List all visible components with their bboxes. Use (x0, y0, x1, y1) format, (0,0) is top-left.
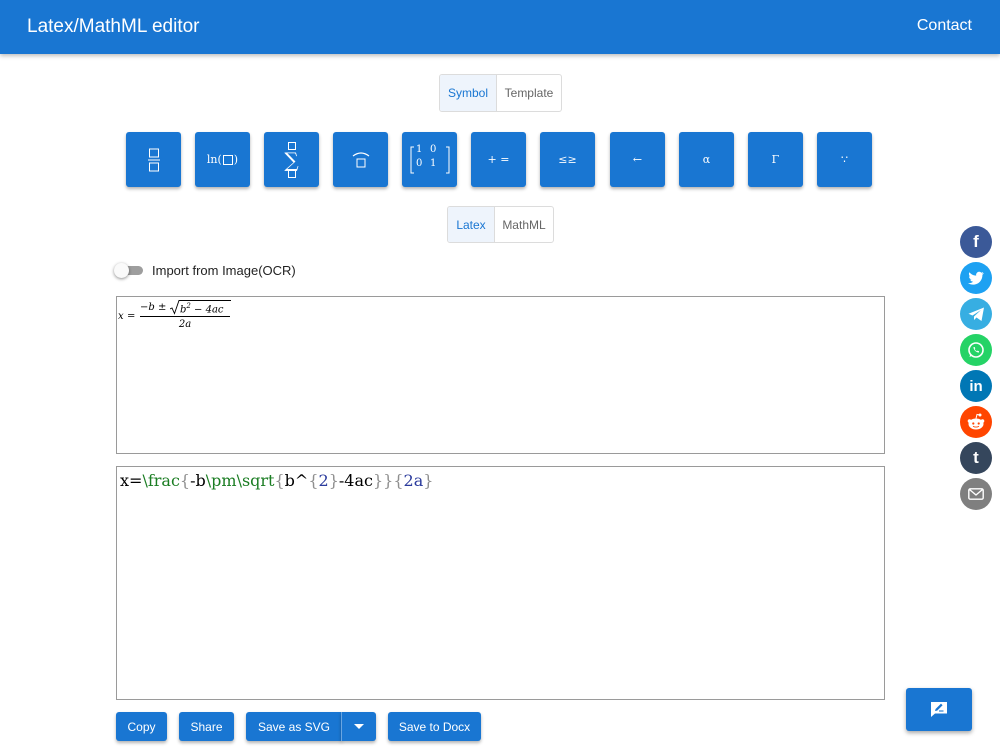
latex-token: } (372, 471, 384, 490)
caret-down-icon (354, 723, 364, 729)
feedback-button[interactable] (906, 688, 972, 731)
relation-label: + = (487, 153, 510, 166)
matrix-entry: 1 (416, 144, 423, 155)
feedback-icon (931, 702, 947, 717)
ocr-label: Import from Image(OCR) (152, 262, 296, 278)
latex-token: x= (120, 471, 143, 490)
rendered-preview: x = −b ± b2 − 4ac 2a (116, 296, 885, 454)
ocr-toggle-row: Import from Image(OCR) (114, 262, 296, 278)
arc-accent-icon (352, 151, 369, 167)
tab-mathml[interactable]: MathML (494, 207, 553, 242)
latex-token: { (274, 471, 285, 490)
save-options-dropdown[interactable] (341, 712, 376, 741)
radicand-rest: − 4ac (190, 304, 224, 316)
latex-token: -b (190, 471, 206, 490)
greek-uppercase-button[interactable]: Γ (748, 132, 803, 187)
telegram-icon[interactable] (960, 298, 992, 330)
latex-token: 2a (403, 471, 424, 490)
latex-token: -4ac (338, 471, 373, 490)
denominator: 2a (178, 319, 192, 330)
latex-token: 2 (318, 471, 329, 490)
relation-button[interactable]: + = (471, 132, 526, 187)
placeholder-box-icon (222, 154, 233, 165)
matrix-entry: 0 (430, 144, 437, 155)
misc-symbols-label: ∵ (841, 153, 848, 166)
whatsapp-icon[interactable] (960, 334, 992, 366)
format-toggle: Latex MathML (447, 206, 554, 243)
inequality-button[interactable]: ≤≥ (540, 132, 595, 187)
accent-button[interactable] (333, 132, 388, 187)
latex-token: } (423, 471, 434, 490)
fraction-bar (140, 316, 230, 317)
latex-token: } (328, 471, 339, 490)
logarithm-button[interactable]: ln( ) (195, 132, 250, 187)
inequality-label: ≤≥ (558, 153, 577, 166)
facebook-glyph: f (973, 232, 979, 251)
latex-token: } (383, 471, 394, 490)
reddit-icon[interactable] (960, 406, 992, 438)
latex-token: \frac (142, 471, 180, 490)
numerator-pre: −b ± (140, 302, 167, 313)
tumblr-icon[interactable]: t (960, 442, 992, 474)
contact-link[interactable]: Contact (917, 17, 972, 35)
greek-lowercase-label: α (702, 153, 711, 166)
linkedin-glyph: in (969, 377, 983, 395)
matrix-entry: 0 (416, 158, 423, 169)
latex-token: \pm (205, 471, 237, 490)
latex-token: { (179, 471, 191, 490)
matrix-button[interactable]: 1 0 0 1 (402, 132, 457, 187)
copy-button[interactable]: Copy (116, 712, 167, 741)
alien-head-icon (967, 413, 985, 430)
linkedin-icon[interactable]: in (960, 370, 992, 402)
symbol-palette: ln( ) ∑ 1 0 0 1 + = ≤≥ ← α Γ ∵ (126, 132, 872, 187)
numerator: −b ± (140, 302, 166, 313)
misc-symbols-button[interactable]: ∵ (817, 132, 872, 187)
fraction-button[interactable] (126, 132, 181, 187)
latex-editor[interactable]: x=\frac{-b\pm\sqrt{b^{2}-4ac}}{2a} (116, 466, 885, 700)
app-title: Latex/MathML editor (27, 16, 200, 37)
switch-knob (114, 263, 129, 278)
radicand: b2 − 4ac (180, 300, 231, 315)
fraction-icon (147, 148, 160, 171)
paper-plane-icon (968, 307, 984, 321)
greek-lowercase-button[interactable]: α (679, 132, 734, 187)
save-docx-button[interactable]: Save to Docx (388, 712, 481, 741)
twitter-icon[interactable] (960, 262, 992, 294)
square-root-icon (170, 300, 180, 315)
app-bar: Latex/MathML editor Contact (0, 0, 1000, 54)
phone-bubble-icon (968, 342, 984, 358)
envelope-icon (968, 488, 984, 500)
tumblr-glyph: t (973, 448, 979, 467)
latex-token: b^ (284, 471, 309, 490)
log-close: ) (233, 153, 239, 166)
log-label: ln( (206, 153, 222, 166)
formula-equals: = (127, 311, 136, 322)
summation-button[interactable]: ∑ (264, 132, 319, 187)
tab-template[interactable]: Template (496, 75, 561, 111)
bird-icon (968, 271, 984, 285)
arrow-label: ← (632, 153, 643, 166)
tab-latex[interactable]: Latex (448, 207, 494, 242)
arrow-button[interactable]: ← (610, 132, 665, 187)
matrix-entries: 1 0 0 1 (416, 144, 444, 170)
formula-lhs: x (118, 311, 124, 322)
latex-token: { (308, 471, 319, 490)
greek-uppercase-label: Γ (771, 153, 780, 166)
palette-toggle: Symbol Template (439, 74, 562, 112)
tab-symbol[interactable]: Symbol (440, 75, 496, 111)
sum-sign: ∑ (284, 147, 299, 172)
ocr-switch[interactable] (114, 263, 143, 278)
lower-limit-box-icon (287, 169, 296, 178)
latex-token: { (393, 471, 404, 490)
matrix-entry: 1 (430, 158, 437, 169)
email-icon[interactable] (960, 478, 992, 510)
share-button[interactable]: Share (179, 712, 234, 741)
save-svg-button[interactable]: Save as SVG (246, 712, 342, 741)
facebook-icon[interactable]: f (960, 226, 992, 258)
latex-token: \sqrt (236, 471, 275, 490)
